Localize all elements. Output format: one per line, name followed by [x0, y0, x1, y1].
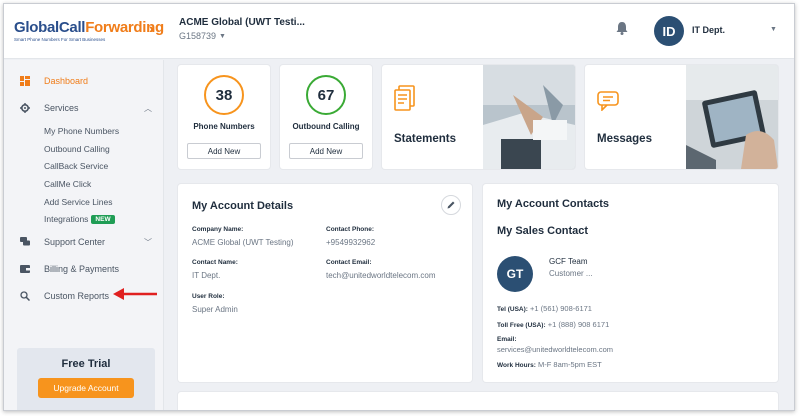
pencil-icon [447, 201, 455, 209]
sidebar-item-label: Services [44, 103, 79, 113]
contact-email-link[interactable]: services@unitedworldtelecom.com [497, 345, 613, 354]
account-switcher[interactable]: ACME Global (UWT Testi... G158739 ▼ [179, 17, 305, 41]
sidebar-item-add-service-lines[interactable]: Add Service Lines [44, 197, 113, 207]
statements-photo [483, 65, 575, 169]
sidebar-item-billing[interactable]: Billing & Payments [4, 258, 164, 280]
account-contacts-title: My Account Contacts [497, 198, 610, 210]
logo-text-part1: GlobalCall [14, 19, 86, 36]
phone-numbers-label: Phone Numbers [193, 122, 255, 131]
logo-tagline: Smart Phone Numbers For Smart Businesses [14, 37, 106, 42]
sidebar-item-outbound-calling[interactable]: Outbound Calling [44, 144, 110, 154]
outbound-calling-card: 67 Outbound Calling Add New [280, 65, 372, 169]
account-name: ACME Global (UWT Testi... [179, 17, 305, 28]
contact-email-label: Contact Email: [326, 259, 372, 266]
contact-hours: Work Hours: M-F 8am-5pm EST [497, 360, 602, 369]
contact-phone-label: Contact Phone: [326, 226, 375, 233]
user-name[interactable]: IT Dept. [692, 25, 725, 35]
wallet-icon [20, 265, 30, 273]
contact-tollfree: Toll Free (USA): +1 (888) 908 6171 [497, 320, 610, 329]
chat-icon [20, 237, 30, 246]
bell-icon[interactable] [614, 20, 630, 36]
bottom-card [178, 392, 778, 410]
user-avatar[interactable]: ID [654, 16, 684, 46]
logo-text-part2: Forwarding [85, 19, 164, 36]
user-role-label: User Role: [192, 293, 225, 300]
contact-tollfree-link[interactable]: +1 (888) 908 6171 [548, 320, 610, 329]
sidebar-item-integrations[interactable]: Integrations NEW [44, 214, 115, 224]
sidebar-item-services[interactable]: Services ︿ [4, 97, 164, 119]
account-details-title: My Account Details [192, 200, 294, 212]
contact-email-label: Email: [497, 336, 517, 343]
sidebar-item-my-phone-numbers[interactable]: My Phone Numbers [44, 126, 119, 136]
message-icon [597, 91, 619, 111]
search-icon [20, 291, 30, 301]
phone-numbers-count: 38 [204, 75, 244, 115]
gear-icon [20, 103, 30, 113]
messages-photo [686, 65, 778, 169]
user-role-value: Super Admin [192, 305, 238, 314]
dashboard-icon [20, 76, 30, 86]
logo-arrows-icon: ››› [149, 21, 154, 36]
contact-tel: Tel (USA): +1 (561) 908-6171 [497, 304, 592, 313]
sidebar-item-callback-service[interactable]: CallBack Service [44, 161, 108, 171]
logo[interactable]: GlobalCallForwarding Smart Phone Numbers… [14, 19, 164, 47]
contact-phone-value: +9549932962 [326, 238, 376, 247]
new-badge: NEW [91, 215, 115, 224]
sales-contact-role: Customer ... [549, 269, 593, 278]
company-name-label: Company Name: [192, 226, 244, 233]
chevron-up-icon: ︿ [144, 103, 152, 113]
sidebar: Dashboard Services ︿ My Phone Numbers Ou… [4, 60, 164, 410]
top-header: GlobalCallForwarding Smart Phone Numbers… [4, 4, 794, 59]
app-window: GlobalCallForwarding Smart Phone Numbers… [3, 3, 795, 411]
outbound-calling-count: 67 [306, 75, 346, 115]
free-trial-panel: Free Trial Upgrade Account [17, 348, 155, 410]
sidebar-item-label: Billing & Payments [44, 264, 120, 274]
sidebar-item-dashboard[interactable]: Dashboard [4, 70, 164, 92]
sidebar-item-label: Dashboard [44, 76, 89, 86]
user-menu-caret-icon[interactable]: ▼ [770, 26, 777, 33]
account-details-card: My Account Details Company Name: ACME Gl… [178, 184, 472, 382]
messages-title: Messages [597, 133, 652, 145]
account-contacts-card: My Account Contacts My Sales Contact GT … [483, 184, 778, 382]
outbound-calling-label: Outbound Calling [292, 122, 360, 131]
upgrade-account-button[interactable]: Upgrade Account [38, 378, 134, 398]
company-name-value: ACME Global (UWT Testing) [192, 238, 294, 247]
account-id: G158739 [179, 31, 217, 41]
sidebar-item-label: Custom Reports [44, 291, 110, 301]
contact-name-value: IT Dept. [192, 271, 221, 280]
contact-tel-link[interactable]: +1 (561) 908-6171 [530, 304, 592, 313]
sales-contact-avatar: GT [497, 256, 533, 292]
phone-numbers-card: 38 Phone Numbers Add New [178, 65, 270, 169]
contact-name-label: Contact Name: [192, 259, 238, 266]
sidebar-item-label: Integrations [44, 214, 89, 224]
sales-contact-name: GCF Team [549, 257, 588, 266]
sidebar-item-callme-click[interactable]: CallMe Click [44, 179, 91, 189]
red-arrow-annotation-icon [113, 288, 157, 300]
add-outbound-button[interactable]: Add New [289, 143, 363, 159]
sales-contact-title: My Sales Contact [497, 225, 589, 237]
document-icon [394, 85, 415, 111]
contact-email-value: tech@unitedworldtelecom.com [326, 271, 436, 280]
sidebar-item-label: Support Center [44, 237, 106, 247]
caret-down-icon: ▼ [219, 32, 226, 40]
statements-title: Statements [394, 133, 456, 145]
edit-account-button[interactable] [441, 195, 461, 215]
free-trial-title: Free Trial [61, 358, 111, 370]
sidebar-item-support-center[interactable]: Support Center ﹀ [4, 231, 164, 253]
chevron-down-icon: ﹀ [144, 237, 152, 247]
add-phone-number-button[interactable]: Add New [187, 143, 261, 159]
statements-tile[interactable]: Statements [382, 65, 575, 169]
messages-tile[interactable]: Messages [585, 65, 778, 169]
